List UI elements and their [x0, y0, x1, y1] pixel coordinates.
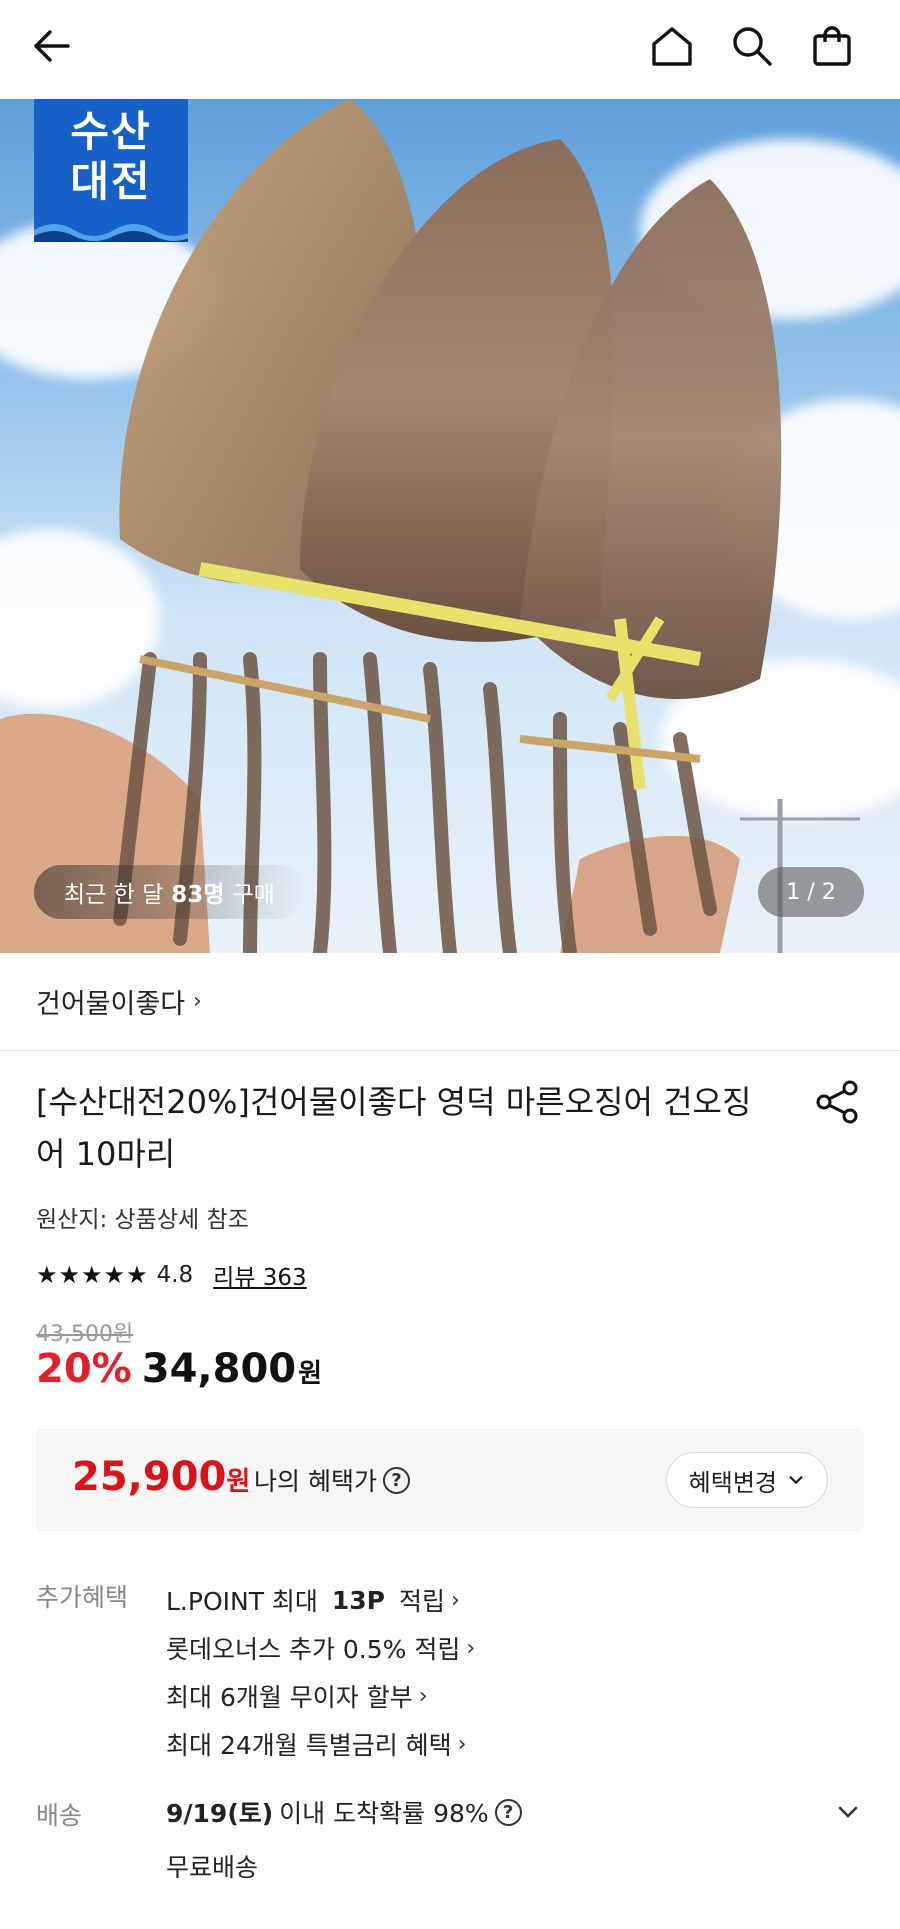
search-button[interactable] [720, 14, 784, 78]
buyers-prefix: 최근 한 달 [64, 882, 164, 908]
price-row: 20% 34,800 원 [36, 1346, 322, 1392]
original-price: 43,500원 [36, 1322, 134, 1347]
change-benefit-button[interactable]: 혜택변경 [665, 1452, 828, 1508]
free-shipping: 무료배송 [166, 1853, 259, 1882]
discount-rate: 20% [36, 1346, 132, 1392]
lpoint-benefit[interactable]: L.POINT 최대 13P 적립 › [166, 1576, 475, 1624]
benefit-price-unit: 원 [226, 1467, 251, 1497]
change-benefit-label: 혜택변경 [688, 1468, 777, 1497]
star-rating-icon: ★★★★★ [36, 1261, 149, 1289]
home-icon [652, 27, 692, 66]
cart-button[interactable] [800, 14, 864, 78]
chevron-down-icon [789, 1476, 803, 1485]
benefit-text: L.POINT 최대 [166, 1587, 326, 1616]
buyers-count: 83명 [171, 882, 225, 908]
product-title: [수산대전20%]건어물이좋다 영덕 마른오징어 건오징어 10마리 [36, 1083, 752, 1173]
shopping-bag-icon [813, 26, 851, 66]
shipping-eta: 9/19(토) 이내 도착확률 98% ? [166, 1794, 522, 1830]
badge-line-1: 수산 [70, 107, 152, 156]
seafood-fair-badge: 수산 대전 [34, 99, 188, 242]
share-button[interactable] [812, 1076, 864, 1128]
benefit-text: 최대 24개월 특별금리 혜택 [166, 1731, 452, 1760]
product-image-carousel[interactable]: 수산 대전 최근 한 달 83명 구매 1 / 2 [0, 99, 900, 953]
chevron-right-icon: › [193, 989, 202, 1014]
benefit-price-value: 25,900 [72, 1454, 227, 1500]
shipping-probability: 이내 도착확률 98% [279, 1799, 489, 1828]
benefit-text: 최대 6개월 무이자 할부 [166, 1683, 413, 1712]
chevron-right-icon: › [450, 1587, 460, 1613]
share-icon [816, 1080, 858, 1124]
recent-buyers-badge: 최근 한 달 83명 구매 [34, 865, 305, 919]
shipping-date: 9/19(토) [166, 1799, 274, 1828]
chevron-right-icon: › [457, 1731, 467, 1757]
image-pager: 1 / 2 [758, 867, 864, 917]
benefit-text: 롯데오너스 추가 0.5% 적립 [166, 1635, 461, 1664]
extra-benefits-label: 추가혜택 [36, 1583, 129, 1612]
benefit-label-text: 나의 혜택가 [254, 1467, 377, 1496]
shipping-expand-button[interactable] [832, 1796, 864, 1828]
benefit-price: 25,900 원 [72, 1454, 250, 1500]
help-icon[interactable]: ? [494, 1798, 522, 1826]
chevron-right-icon: › [418, 1683, 428, 1709]
wave-icon [34, 224, 188, 242]
my-benefit-price-box: 25,900 원 나의 혜택가 ? 혜택변경 [36, 1428, 864, 1532]
store-link[interactable]: 건어물이좋다 › [36, 982, 202, 1021]
reviews-link[interactable]: 리뷰 363 [213, 1258, 307, 1292]
installment-benefit[interactable]: 최대 6개월 무이자 할부 › [166, 1672, 475, 1720]
shipping-label: 배송 [36, 1801, 83, 1830]
divider [0, 1050, 900, 1051]
home-button[interactable] [640, 14, 704, 78]
extra-benefits-list: L.POINT 최대 13P 적립 › 롯데오너스 추가 0.5% 적립 › 최… [166, 1576, 475, 1768]
store-name: 건어물이좋다 [36, 989, 186, 1020]
badge-line-2: 대전 [70, 157, 152, 206]
search-icon [733, 27, 772, 66]
lotte-owners-benefit[interactable]: 롯데오너스 추가 0.5% 적립 › [166, 1624, 475, 1672]
rating-score: 4.8 [156, 1262, 194, 1288]
benefit-label: 나의 혜택가 ? [254, 1462, 410, 1498]
sale-price: 34,800 [141, 1346, 297, 1392]
help-icon[interactable]: ? [382, 1466, 410, 1494]
price-unit: 원 [298, 1359, 323, 1389]
buyers-suffix: 구매 [232, 882, 275, 908]
benefit-text: 적립 [391, 1587, 445, 1616]
chevron-down-icon [838, 1806, 858, 1818]
origin-info: 원산지: 상품상세 참조 [36, 1207, 249, 1233]
special-rate-benefit[interactable]: 최대 24개월 특별금리 혜택 › [166, 1720, 475, 1768]
chevron-right-icon: › [466, 1635, 476, 1661]
back-button[interactable] [20, 14, 84, 78]
rating-row: ★★★★★ 4.8 리뷰 363 [36, 1258, 307, 1292]
benefit-bold: 13P [331, 1585, 385, 1615]
top-navigation-bar [0, 0, 900, 99]
arrow-left-icon [34, 30, 70, 62]
